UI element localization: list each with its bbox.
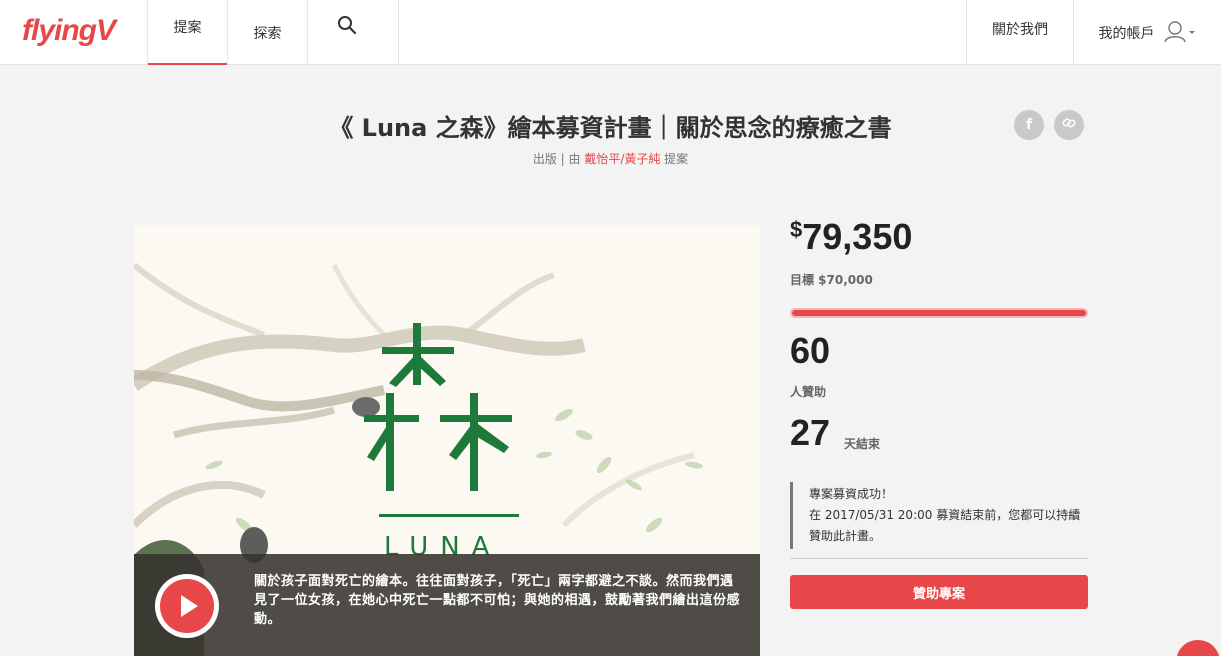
video-caption-bar: 關於孩子面對死亡的繪本。往往面對孩子，「死亡」兩字都避之不談。然而我們遇見了一位… <box>134 554 760 656</box>
funding-success-notice: 專案募資成功！ 在 2017/05/31 20:00 募資結束前，您都可以持續贊… <box>790 482 1088 549</box>
nav-propose[interactable]: 提案 <box>147 0 227 65</box>
funding-goal: 目標 $70,000 <box>790 273 873 287</box>
project-meta: 出版 | 由 戴怡平/黃子純 提案 <box>0 150 1221 167</box>
notice-body: 在 2017/05/31 20:00 募資結束前，您都可以持續贊助此計畫。 <box>809 508 1081 543</box>
back-project-button[interactable]: 贊助專案 <box>790 575 1088 609</box>
project-author-link[interactable]: 戴怡平/黃子純 <box>584 152 660 166</box>
top-navbar: flyingV 提案 探索 關於我們 我的帳戶 <box>0 0 1221 65</box>
nav-account-label: 我的帳戶 <box>1098 25 1155 42</box>
link-icon <box>1062 116 1076 134</box>
play-icon <box>160 579 214 633</box>
amount-value: 79,350 <box>802 216 913 257</box>
nav-explore[interactable]: 探索 <box>227 0 307 65</box>
backers-label: 人贊助 <box>790 385 827 399</box>
funding-progress-bar <box>790 308 1088 318</box>
project-category: 出版 | 由 <box>532 152 585 166</box>
nav-about-label: 關於我們 <box>992 21 1048 38</box>
days-left-label: 天結束 <box>844 437 881 451</box>
copy-link-button[interactable] <box>1054 110 1084 140</box>
video-caption-text: 關於孩子面對死亡的繪本。往往面對孩子，「死亡」兩字都避之不談。然而我們遇見了一位… <box>254 574 741 627</box>
currency-symbol: $ <box>790 217 803 242</box>
search-button[interactable] <box>307 0 399 65</box>
flyingv-logo[interactable]: flyingV <box>22 14 116 48</box>
facebook-share-button[interactable]: f <box>1014 110 1044 140</box>
funding-progress-fill <box>792 310 1086 316</box>
play-button[interactable] <box>155 574 219 638</box>
nav-propose-label: 提案 <box>173 19 202 36</box>
nav-explore-label: 探索 <box>253 25 282 42</box>
days-left-count: 27 <box>790 412 831 453</box>
notice-title: 專案募資成功！ <box>809 487 894 501</box>
user-icon <box>1163 19 1187 47</box>
amount-raised: $79,350 <box>790 216 912 258</box>
nav-about[interactable]: 關於我們 <box>966 0 1073 65</box>
facebook-icon: f <box>1025 117 1033 133</box>
divider <box>790 558 1088 559</box>
chevron-down-icon <box>1187 25 1197 41</box>
nav-account[interactable]: 我的帳戶 <box>1073 0 1221 65</box>
backers-count: 60 <box>790 330 831 371</box>
chat-bubble-button[interactable] <box>1176 640 1220 656</box>
search-icon <box>337 15 357 39</box>
project-video[interactable]: LUNA 關於孩子面對死亡的繪本。往往面對孩子，「死亡」兩字都避之不談。然而我們… <box>134 225 760 656</box>
project-proposed-label: 提案 <box>660 152 689 166</box>
